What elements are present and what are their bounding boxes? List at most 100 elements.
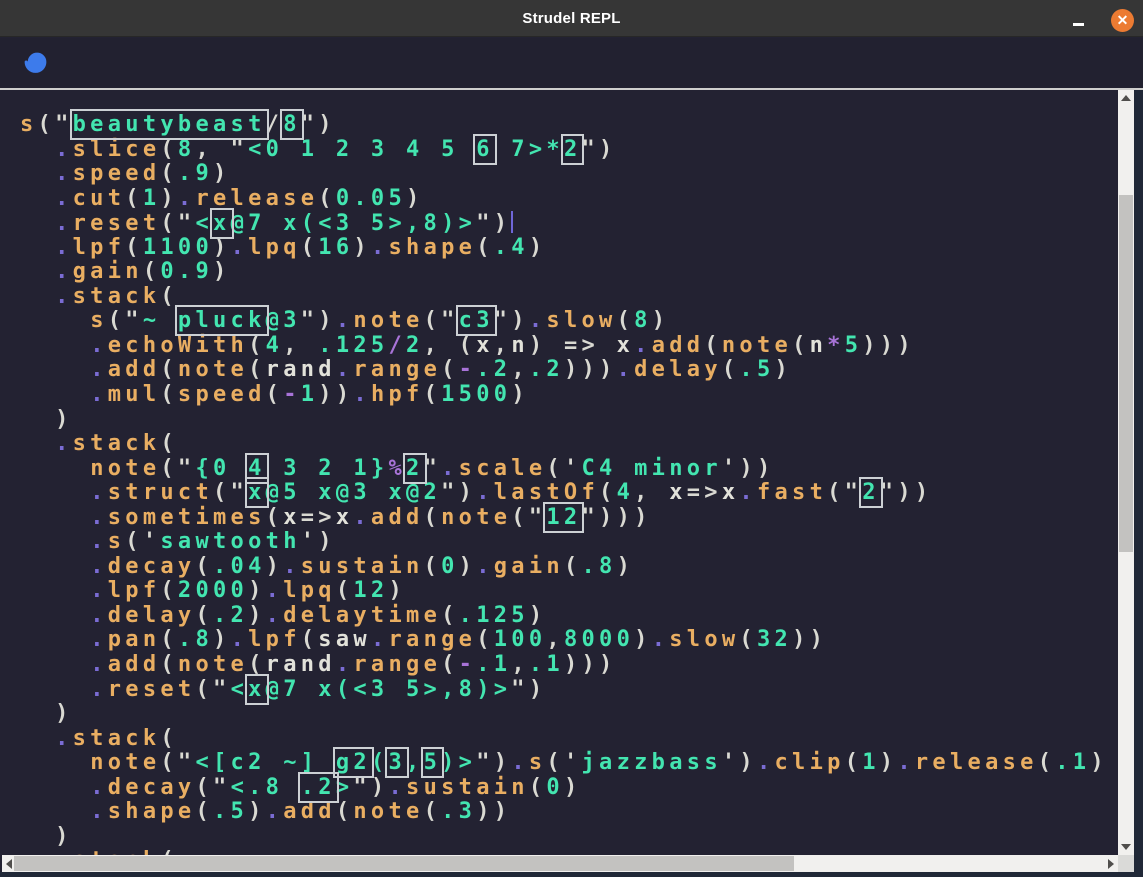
scroll-right-button[interactable]: [1104, 855, 1118, 872]
code-token: decay: [108, 554, 196, 579]
code-token: (": [827, 480, 862, 505]
code-token: jazzbass: [582, 750, 722, 775]
code-token: @5 x@3 x@2: [266, 480, 441, 505]
code-token: (: [160, 137, 178, 162]
code-token: x: [617, 333, 635, 358]
code-token: [20, 529, 90, 554]
code-token: .8: [582, 554, 617, 579]
code-editor[interactable]: s("beautybeast/8") .slice(8, "<0 1 2 3 4…: [6, 90, 1118, 855]
code-token: .: [353, 505, 371, 530]
code-token: ))): [564, 652, 617, 677]
code-token: .: [55, 137, 73, 162]
code-token: [20, 456, 90, 481]
code-token: s: [529, 750, 547, 775]
code-token: (: [125, 235, 143, 260]
code-token: (: [441, 603, 459, 628]
code-token: lpq: [283, 578, 336, 603]
vertical-scrollbar[interactable]: [1118, 90, 1134, 855]
code-token: ): [213, 259, 231, 284]
code-token: .: [90, 627, 108, 652]
code-token: (": [108, 308, 143, 333]
highlighted-token: x: [213, 211, 231, 236]
code-token: .: [90, 333, 108, 358]
code-line: .pan(.8).lpf(saw.range(100,8000).slow(32…: [20, 628, 1118, 653]
code-line: .struct("x@5 x@3 x@2").lastOf(4, x=>x.fa…: [20, 481, 1118, 506]
code-line: note("<[c2 ~] g2(3,5)>").s('jazzbass').c…: [20, 751, 1118, 776]
code-token: .: [897, 750, 915, 775]
code-token: .8: [178, 627, 213, 652]
code-token: .: [652, 627, 670, 652]
code-token: s: [108, 529, 126, 554]
code-token: .5: [739, 357, 774, 382]
scroll-down-button[interactable]: [1118, 839, 1134, 855]
code-token: [20, 750, 90, 775]
code-token: ): [20, 407, 73, 432]
horizontal-scrollbar-thumb[interactable]: [14, 856, 794, 871]
code-token: .: [90, 505, 108, 530]
code-token: .: [634, 333, 652, 358]
code-token: (': [546, 750, 581, 775]
code-token: ,: [494, 333, 512, 358]
minimize-button[interactable]: [1067, 9, 1089, 31]
code-token: 1: [301, 382, 319, 407]
code-token: add: [371, 505, 424, 530]
highlighted-token: 2: [406, 456, 424, 481]
code-token: ")): [880, 480, 933, 505]
code-token: .: [55, 726, 73, 751]
close-button[interactable]: ✕: [1111, 9, 1134, 32]
code-token: note: [353, 799, 423, 824]
code-token: [20, 211, 55, 236]
code-token: (: [722, 357, 740, 382]
code-token: decay: [108, 775, 196, 800]
code-token: s: [20, 112, 38, 137]
code-line: .mul(speed(-1)).hpf(1500): [20, 383, 1118, 408]
code-line: .gain(0.9): [20, 260, 1118, 285]
code-token: [20, 333, 90, 358]
code-token: <[c2 ~]: [195, 750, 335, 775]
code-token: .: [266, 603, 284, 628]
code-token: .: [739, 480, 757, 505]
code-token: note: [90, 456, 160, 481]
code-token: .: [55, 431, 73, 456]
code-token: cut: [73, 186, 126, 211]
scroll-up-button[interactable]: [1118, 90, 1134, 106]
code-token: , ": [195, 137, 248, 162]
code-token: (: [336, 578, 354, 603]
code-token: <: [231, 677, 249, 702]
code-token: .: [90, 677, 108, 702]
code-token: .04: [213, 554, 266, 579]
code-token: [20, 161, 55, 186]
code-token: lpf: [108, 578, 161, 603]
code-token: <.8: [231, 775, 301, 800]
code-token: stack: [73, 726, 161, 751]
code-token: (: [424, 554, 442, 579]
code-token: (: [476, 627, 494, 652]
code-token: [20, 799, 90, 824]
code-token: note: [178, 652, 248, 677]
code-line: .cut(1).release(0.05): [20, 187, 1118, 212]
code-token: 0.9: [160, 259, 213, 284]
window-right-border: [1134, 90, 1143, 877]
arrow-left-icon: [6, 859, 12, 869]
scrollbar-corner: [1118, 855, 1134, 872]
code-token: ,: [406, 750, 424, 775]
code-token: (: [160, 284, 178, 309]
code-token: '): [301, 529, 336, 554]
code-token: stack: [73, 431, 161, 456]
code-token: -: [283, 382, 301, 407]
arrow-down-icon: [1121, 844, 1131, 850]
code-token: .: [757, 750, 775, 775]
code-token: (": [511, 505, 546, 530]
strudel-spiral-logo-icon[interactable]: [21, 47, 50, 77]
code-token: 3 2 1}: [266, 456, 389, 481]
code-token: <: [195, 211, 213, 236]
code-token: .1: [1055, 750, 1090, 775]
code-token: s: [90, 308, 108, 333]
code-token: n: [810, 333, 828, 358]
horizontal-scrollbar[interactable]: [2, 855, 1118, 872]
code-token: 5: [845, 333, 863, 358]
header-toolbar: [0, 38, 1143, 88]
code-token: (: [160, 726, 178, 751]
vertical-scrollbar-thumb[interactable]: [1119, 195, 1133, 552]
code-token: {0: [195, 456, 248, 481]
